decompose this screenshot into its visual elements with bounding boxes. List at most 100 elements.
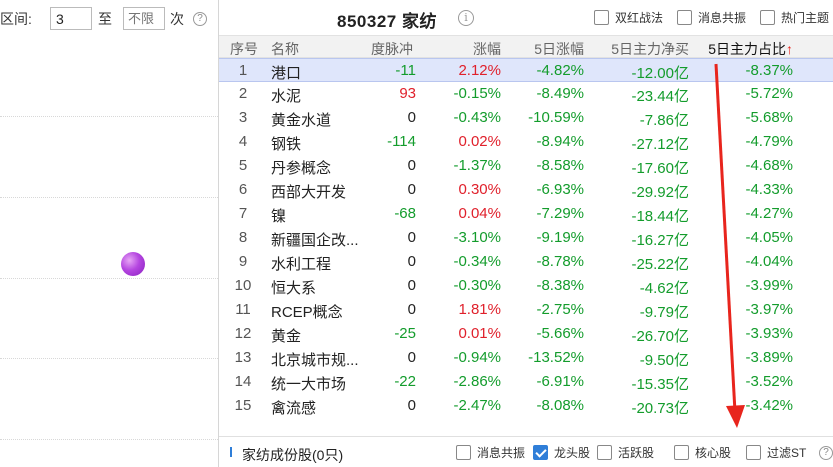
table-row[interactable]: 3 黄金水道 0 -0.43% -10.59% -7.86亿 -5.68%	[219, 106, 833, 130]
help-icon[interactable]: ?	[819, 446, 833, 460]
sector-name: 禽流感	[271, 400, 317, 417]
sector-name: 西部大开发	[271, 184, 347, 201]
sector-name: 丹参概念	[271, 160, 332, 177]
table-row[interactable]: 8 新疆国企改... 0 -3.10% -9.19% -16.27亿 -4.05%	[219, 226, 833, 250]
net-buy-5d: -15.35亿	[631, 376, 689, 393]
pulse-value: 0	[407, 349, 416, 366]
table-row[interactable]: 1 港口 -11 2.12% -4.82% -12.00亿 -8.37%	[219, 58, 833, 82]
sector-name: 新疆国企改...	[271, 232, 359, 249]
change-5d-pct: -8.49%	[536, 85, 584, 102]
table-row[interactable]: 2 水泥 93 -0.15% -8.49% -23.44亿 -5.72%	[219, 82, 833, 106]
interval-from-input[interactable]	[50, 7, 92, 30]
checkbox-box[interactable]	[533, 445, 548, 460]
sector-name: RCEP概念	[271, 304, 343, 321]
table-row[interactable]: 15 禽流感 0 -2.47% -8.08% -20.73亿 -3.42%	[219, 394, 833, 418]
leader-stock-checkbox[interactable]: 龙头股	[533, 444, 590, 461]
table-row[interactable]: 11 RCEP概念 0 1.81% -2.75% -9.79亿 -3.97%	[219, 298, 833, 322]
pulse-value: -114	[387, 133, 416, 150]
table-row[interactable]: 12 黄金 -25 0.01% -5.66% -26.70亿 -3.93%	[219, 322, 833, 346]
net-buy-5d: -12.00亿	[631, 65, 689, 82]
table-row[interactable]: 5 丹参概念 0 -1.37% -8.58% -17.60亿 -4.68%	[219, 154, 833, 178]
column-header-pulse[interactable]: 度脉冲	[371, 39, 413, 59]
sector-name: 水泥	[271, 88, 302, 105]
sector-name: 黄金水道	[271, 112, 332, 129]
table-row[interactable]: 6 西部大开发 0 0.30% -6.93% -29.92亿 -4.33%	[219, 178, 833, 202]
double-red-checkbox[interactable]: 双红战法	[594, 9, 663, 26]
net-buy-5d: -25.22亿	[631, 256, 689, 273]
checkbox-box[interactable]	[746, 445, 761, 460]
pulse-value: 0	[407, 253, 416, 270]
grid-line	[0, 197, 218, 198]
change-5d-pct: -7.29%	[536, 205, 584, 222]
row-index: 12	[234, 325, 252, 342]
main-ratio-5d: -4.33%	[745, 181, 793, 198]
column-header-name[interactable]: 名称	[271, 39, 299, 59]
sector-name: 港口	[271, 65, 302, 82]
net-buy-5d: -16.27亿	[631, 232, 689, 249]
change-5d-pct: -8.38%	[536, 277, 584, 294]
pulse-value: 0	[407, 397, 416, 414]
pulse-value: -68	[394, 205, 416, 222]
net-buy-5d: -29.92亿	[631, 184, 689, 201]
main-ratio-5d: -4.79%	[745, 133, 793, 150]
checkbox-box[interactable]	[456, 445, 471, 460]
column-header-change[interactable]: 涨幅	[473, 39, 501, 59]
row-index: 1	[238, 62, 248, 79]
change-pct: -0.15%	[453, 85, 501, 102]
column-header-5d-main-ratio[interactable]: 5日主力占比↑	[708, 39, 793, 59]
news-resonance-checkbox[interactable]: 消息共振	[677, 9, 746, 26]
table-row[interactable]: 9 水利工程 0 -0.34% -8.78% -25.22亿 -4.04%	[219, 250, 833, 274]
row-index: 2	[238, 85, 248, 102]
column-header-5d-main-ratio-label: 5日主力占比	[708, 41, 786, 57]
row-index: 4	[238, 133, 248, 150]
column-header-index[interactable]: 序号	[230, 39, 258, 59]
change-5d-pct: -4.82%	[536, 62, 584, 79]
checkbox-box[interactable]	[674, 445, 689, 460]
pulse-value: 0	[407, 109, 416, 126]
main-ratio-5d: -3.42%	[745, 397, 793, 414]
checkbox-box[interactable]	[597, 445, 612, 460]
active-stock-checkbox[interactable]: 活跃股	[597, 444, 654, 461]
news-resonance-filter-checkbox[interactable]: 消息共振	[456, 444, 525, 461]
filter-st-checkbox[interactable]: 过滤ST	[746, 444, 806, 461]
change-pct: -0.94%	[453, 349, 501, 366]
core-stock-checkbox[interactable]: 核心股	[674, 444, 731, 461]
interval-to-input[interactable]	[123, 7, 165, 30]
table-row[interactable]: 7 镍 -68 0.04% -7.29% -18.44亿 -4.27%	[219, 202, 833, 226]
help-icon[interactable]: ?	[193, 12, 207, 26]
table-row[interactable]: 10 恒大系 0 -0.30% -8.38% -4.62亿 -3.99%	[219, 274, 833, 298]
interval-label: 区间:	[0, 11, 32, 27]
section-marker	[230, 447, 232, 457]
column-header-5d-net-buy[interactable]: 5日主力净买	[611, 39, 689, 59]
change-5d-pct: -9.19%	[536, 229, 584, 246]
table-row[interactable]: 13 北京城市规... 0 -0.94% -13.52% -9.50亿 -3.89%	[219, 346, 833, 370]
title-bar: 850327 家纺 i 双红战法 消息共振 热门主题	[219, 0, 833, 34]
pulse-value: -22	[394, 373, 416, 390]
change-5d-pct: -6.93%	[536, 181, 584, 198]
main-ratio-5d: -3.97%	[745, 301, 793, 318]
sector-name: 北京城市规...	[271, 352, 359, 369]
checkbox-box[interactable]	[760, 10, 775, 25]
checkbox-label: 龙头股	[554, 446, 591, 460]
grid-line	[0, 278, 218, 279]
net-buy-5d: -9.79亿	[639, 304, 689, 321]
main-ratio-5d: -8.37%	[745, 62, 793, 79]
checkbox-label: 消息共振	[477, 446, 526, 460]
hot-topic-checkbox[interactable]: 热门主题	[760, 9, 829, 26]
table-row[interactable]: 14 统一大市场 -22 -2.86% -6.91% -15.35亿 -3.52%	[219, 370, 833, 394]
checkbox-label: 热门主题	[781, 11, 830, 25]
change-pct: 0.30%	[458, 181, 501, 198]
change-5d-pct: -8.94%	[536, 133, 584, 150]
checkbox-box[interactable]	[594, 10, 609, 25]
info-icon[interactable]: i	[458, 10, 474, 26]
column-header-5d-change[interactable]: 5日涨幅	[534, 39, 584, 59]
pulse-value: 0	[407, 277, 416, 294]
net-buy-5d: -23.44亿	[631, 88, 689, 105]
main-ratio-5d: -4.04%	[745, 253, 793, 270]
net-buy-5d: -27.12亿	[631, 136, 689, 153]
sector-name: 水利工程	[271, 256, 332, 273]
scatter-point[interactable]	[121, 252, 145, 276]
table-row[interactable]: 4 钢铁 -114 0.02% -8.94% -27.12亿 -4.79%	[219, 130, 833, 154]
checkbox-box[interactable]	[677, 10, 692, 25]
net-buy-5d: -9.50亿	[639, 352, 689, 369]
